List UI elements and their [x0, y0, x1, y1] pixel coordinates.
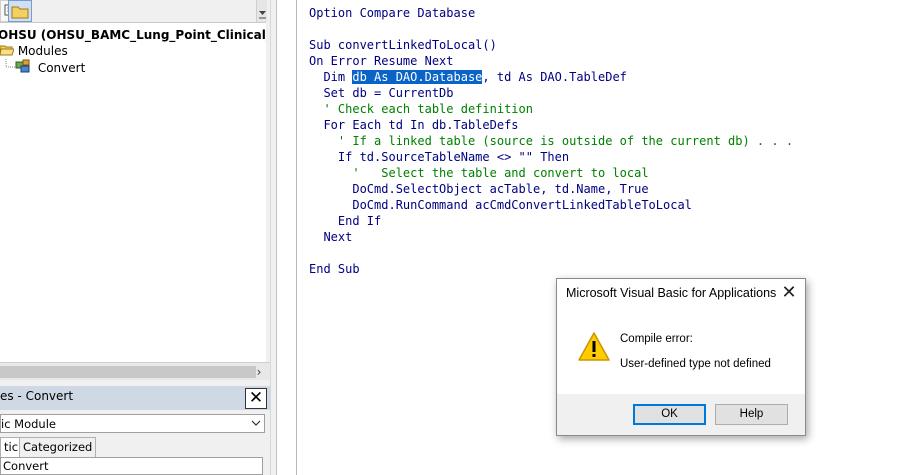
error-heading: Compile error: [620, 333, 693, 345]
convert-module-label: Convert [37, 61, 86, 75]
code-line[interactable]: For Each td In db.TableDefs [309, 117, 518, 133]
code-line[interactable]: Dim db As DAO.Database, td As DAO.TableD… [309, 69, 627, 85]
properties-title: es - Convert [0, 389, 74, 403]
properties-tabs: tic Categorized [0, 437, 270, 457]
code-line[interactable]: DoCmd.RunCommand acCmdConvertLinkedTable… [309, 197, 692, 213]
close-icon[interactable]: ✕ [245, 388, 267, 409]
ok-button[interactable]: OK [633, 404, 706, 425]
project-root-label: OHSU (OHSU_BAMC_Lung_Point_Clinical_Data… [0, 28, 266, 42]
properties-title-bar: es - Convert [0, 386, 270, 410]
modules-folder-label: Modules [17, 44, 68, 58]
code-line[interactable]: End If [309, 213, 381, 229]
code-line[interactable]: Option Compare Database [309, 5, 475, 21]
warning-icon [578, 332, 610, 361]
pane-splitter[interactable] [270, 0, 277, 475]
code-text: Dim [309, 70, 353, 84]
folder-icon [11, 6, 29, 19]
tree-horizontal-scrollbar[interactable]: › [0, 362, 270, 380]
chevron-down-icon [251, 416, 261, 433]
properties-grid: Convert [0, 457, 263, 475]
code-margin[interactable] [277, 0, 297, 475]
left-pane: OHSU (OHSU_BAMC_Lung_Point_Clinical_Data… [0, 0, 270, 475]
code-line[interactable]: Sub convertLinkedToLocal() [309, 37, 497, 53]
tree-root-project[interactable]: OHSU (OHSU_BAMC_Lung_Point_Clinical_Data… [0, 27, 266, 43]
scroll-right-icon[interactable]: › [250, 363, 268, 381]
code-line[interactable]: Set db = CurrentDb [309, 85, 453, 101]
object-type-value: ic Module [1, 417, 56, 431]
code-text: , td As DAO.TableDef [482, 70, 627, 84]
dialog-title: Microsoft Visual Basic for Applications [566, 286, 777, 300]
compile-error-dialog: Microsoft Visual Basic for Applications … [556, 278, 806, 436]
tab-categorized[interactable]: Categorized [19, 437, 97, 457]
close-icon[interactable]: ✕ [777, 282, 801, 304]
project-tree: OHSU (OHSU_BAMC_Lung_Point_Clinical_Data… [0, 22, 266, 362]
code-line[interactable]: ' Check each table definition [309, 101, 533, 117]
code-line[interactable]: End Sub [309, 261, 360, 277]
scroll-thumb[interactable] [0, 366, 256, 378]
dialog-footer: OK Help [557, 394, 805, 435]
code-line[interactable]: On Error Resume Next [309, 53, 454, 69]
open-folder-icon [0, 45, 15, 56]
property-name-value[interactable]: Convert [3, 459, 48, 473]
code-line[interactable]: Next [309, 229, 352, 245]
code-line[interactable]: DoCmd.SelectObject acTable, td.Name, Tru… [309, 181, 648, 197]
selected-code-text[interactable]: db As DAO.Database [352, 70, 483, 84]
toggle-folders-button[interactable] [8, 0, 32, 22]
code-line[interactable]: ' Select the table and convert to local [309, 165, 648, 181]
object-type-select[interactable]: ic Module [0, 414, 265, 433]
help-button[interactable]: Help [715, 404, 788, 425]
code-line[interactable]: If td.SourceTableName <> "" Then [309, 149, 569, 165]
tree-item-convert[interactable]: Convert [0, 59, 85, 75]
module-icon [5, 59, 30, 73]
project-toolbar [0, 0, 270, 22]
tree-vertical-scrollbar[interactable] [256, 0, 267, 22]
scroll-down-icon [259, 11, 266, 19]
tree-folder-modules[interactable]: Modules [0, 43, 68, 59]
error-detail: User-defined type not defined [620, 358, 771, 370]
code-line[interactable]: ' If a linked table (source is outside o… [309, 133, 793, 149]
